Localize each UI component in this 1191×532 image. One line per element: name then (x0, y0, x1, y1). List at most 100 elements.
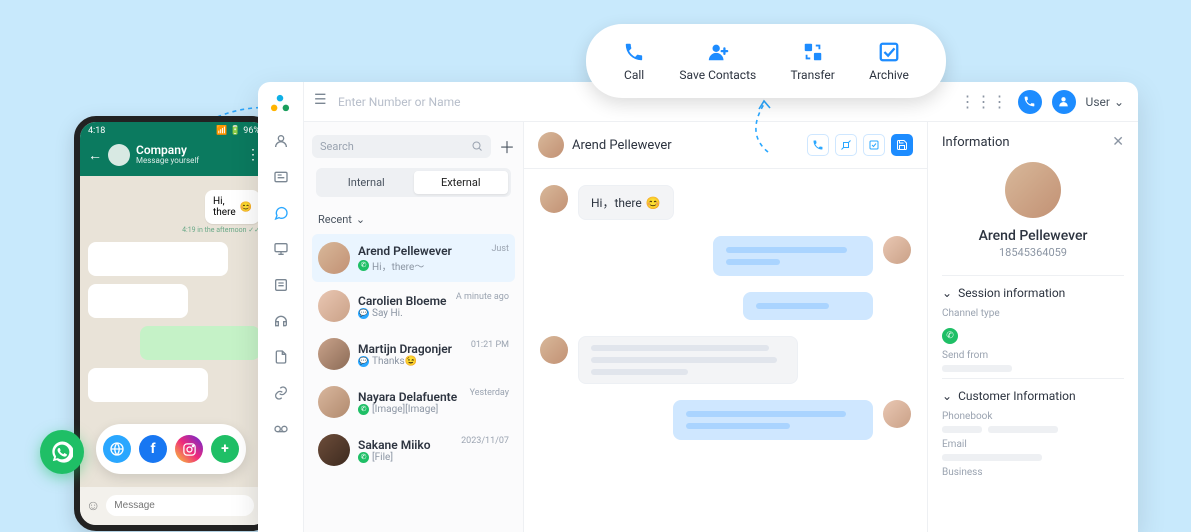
archive-icon (878, 40, 900, 64)
message-input[interactable] (106, 495, 254, 516)
avatar (108, 144, 130, 166)
avatar (883, 236, 911, 264)
session-item[interactable]: Arend Pellewever ✆Hi，there～ Just (312, 234, 515, 282)
dialpad-icon[interactable]: ⋮⋮⋮ (960, 92, 1008, 111)
phone-battery: 📶 🔋 96% (216, 126, 260, 136)
message-placeholder (140, 326, 260, 360)
avatar (1005, 162, 1061, 218)
message-bubble: Hi，there😊 (578, 185, 674, 220)
tab-external[interactable]: External (414, 171, 509, 194)
message-placeholder (88, 368, 208, 402)
sidebar: ☰ (258, 82, 304, 532)
chevron-down-icon: ⌄ (356, 213, 365, 226)
person-add-icon (707, 40, 729, 64)
link-icon[interactable] (272, 384, 290, 402)
tab-internal[interactable]: Internal (319, 171, 414, 194)
chat-icon[interactable] (272, 204, 290, 222)
chat-panel: Arend Pellewever (524, 122, 928, 532)
message-bubble (578, 336, 798, 384)
channel-pill: f + (96, 424, 246, 474)
chat-subtitle: Message yourself (136, 157, 199, 166)
document-icon[interactable] (272, 348, 290, 366)
avatar (318, 338, 350, 370)
user-avatar[interactable] (1052, 90, 1076, 114)
headset-icon[interactable] (272, 312, 290, 330)
info-panel: Information ✕ Arend Pellewever 185453640… (928, 122, 1138, 532)
section-toggle[interactable]: ⌄ Session information (942, 286, 1124, 300)
add-channel-icon[interactable]: + (211, 435, 239, 463)
voicemail-icon[interactable] (272, 420, 290, 438)
field-label: Channel type (942, 308, 1124, 319)
user-menu[interactable]: User ⌄ (1086, 95, 1124, 109)
phone-clock: 4:18 (88, 126, 105, 136)
avatar (540, 336, 568, 364)
back-icon[interactable]: ← (88, 147, 102, 164)
emoji-icon[interactable]: ☺ (86, 497, 100, 514)
message-placeholder (88, 284, 188, 318)
message-bubble (743, 292, 873, 320)
avatar (318, 386, 350, 418)
archive-action[interactable]: Archive (869, 40, 909, 82)
sidebar-toggle-icon[interactable]: ☰ (314, 92, 327, 108)
whatsapp-icon: ✆ (358, 404, 369, 415)
chevron-down-icon: ⌄ (1114, 95, 1124, 109)
chevron-down-icon: ⌄ (942, 286, 952, 300)
message-bubble (673, 400, 873, 440)
session-item[interactable]: Nayara Delafuente ✆[Image][Image] Yester… (312, 378, 515, 426)
card-icon[interactable] (272, 168, 290, 186)
close-icon[interactable]: ✕ (1112, 134, 1124, 150)
sms-icon: 💬 (358, 356, 369, 367)
transfer-icon (802, 40, 824, 64)
avatar (883, 400, 911, 428)
monitor-icon[interactable] (272, 240, 290, 258)
section-toggle[interactable]: ⌄ Customer Information (942, 389, 1124, 403)
phone-icon (623, 40, 645, 64)
whatsapp-icon (40, 430, 84, 474)
session-item[interactable]: Martijn Dragonjer 💬Thanks😉 01:21 PM (312, 330, 515, 378)
list-icon[interactable] (272, 276, 290, 294)
search-input[interactable]: Search (312, 135, 491, 158)
value-placeholder (942, 365, 1012, 372)
avatar (318, 290, 350, 322)
session-list-panel: Search ＋ Internal External Recent ⌄ (304, 122, 524, 532)
avatar (540, 185, 568, 213)
global-search[interactable]: Enter Number or Name (338, 95, 460, 109)
chevron-down-icon: ⌄ (942, 389, 952, 403)
session-name: Arend Pellewever (358, 244, 483, 258)
call-action[interactable]: Call (623, 40, 645, 82)
search-icon (471, 140, 483, 152)
action-toolbar-popup: Call Save Contacts Transfer Archive (586, 24, 946, 98)
new-session-button[interactable]: ＋ (499, 134, 515, 158)
contacts-icon[interactable] (272, 132, 290, 150)
value-placeholder (942, 454, 1042, 461)
message-bubble: Hi, there😊 4:19 in the afternoon ✓✓ (88, 190, 260, 234)
save-contacts-action[interactable]: Save Contacts (679, 40, 756, 82)
avatar (318, 242, 350, 274)
field-label: Business (942, 467, 1124, 478)
recent-filter[interactable]: Recent ⌄ (312, 207, 515, 234)
save-button[interactable] (891, 134, 913, 156)
sms-icon: 💬 (358, 308, 369, 319)
info-title: Information (942, 135, 1010, 150)
field-label: Email (942, 439, 1124, 450)
call-button[interactable] (807, 134, 829, 156)
session-item[interactable]: Carolien Bloeme 💬Say Hi. A minute ago (312, 282, 515, 330)
message-timestamp: 4:19 in the afternoon ✓✓ (88, 226, 260, 234)
transfer-action[interactable]: Transfer (790, 40, 834, 82)
call-button[interactable] (1018, 90, 1042, 114)
contact-number: 18545364059 (942, 246, 1124, 259)
whatsapp-icon: ✆ (358, 260, 369, 271)
session-time: Just (491, 244, 509, 254)
field-label: Send from (942, 350, 1124, 361)
globe-icon[interactable] (103, 435, 131, 463)
chat-contact-name: Arend Pellewever (572, 138, 672, 153)
archive-button[interactable] (863, 134, 885, 156)
instagram-icon[interactable] (175, 435, 203, 463)
facebook-icon[interactable]: f (139, 435, 167, 463)
session-item[interactable]: Sakane Miiko ✆[File] 2023/11/07 (312, 426, 515, 474)
app-window: ☰ (258, 82, 1138, 532)
field-label: Phonebook (942, 411, 1124, 422)
app-logo (262, 86, 298, 122)
avatar (538, 132, 564, 158)
transfer-button[interactable] (835, 134, 857, 156)
